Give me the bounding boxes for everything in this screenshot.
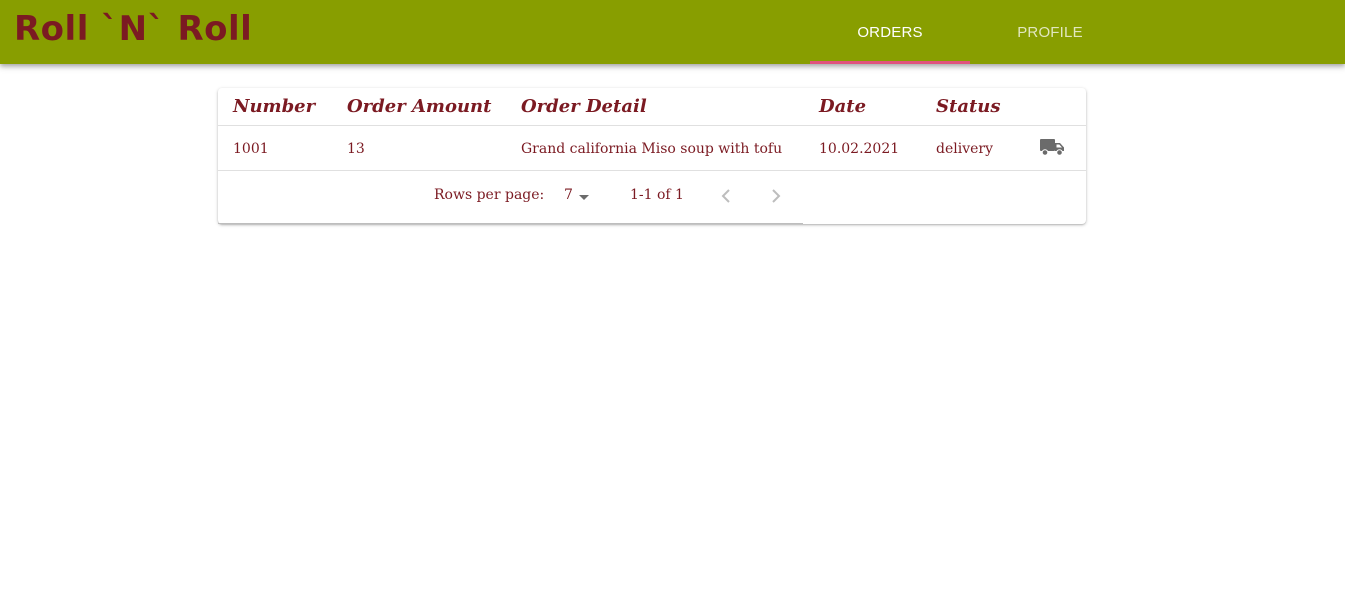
caret-down-icon [579,195,589,200]
tab-profile[interactable]: PROFILE [970,0,1130,64]
column-header-status[interactable]: Status [936,95,1001,119]
rows-per-page-label: Rows per page: [434,187,545,203]
cell-order-amount: 13 [347,141,365,157]
cell-order-date: 10.02.2021 [819,141,900,157]
cell-order-status: delivery [936,141,993,157]
column-header-order-amount[interactable]: Order Amount [347,95,491,119]
next-page-button[interactable] [760,180,792,212]
table-header-row: Number Order Amount Order Detail Date St… [218,88,1086,126]
brand-logo-text[interactable]: Roll `N` Roll [14,9,252,49]
table-row[interactable]: 1001 13 Grand california Miso soup with … [218,126,1086,171]
pagination-divider [218,223,803,224]
table-pagination: Rows per page: 7 1-1 of 1 [218,171,1086,224]
cell-order-number: 1001 [233,141,269,157]
tab-orders[interactable]: ORDERS [810,0,970,64]
column-header-number[interactable]: Number [233,95,315,119]
chevron-right-icon [772,189,781,203]
pagination-range: 1-1 of 1 [630,187,684,203]
rows-per-page-select[interactable]: 7 [560,184,596,210]
active-tab-indicator [810,61,970,64]
truck-icon[interactable] [1040,137,1066,157]
cell-order-detail: Grand california Miso soup with tofu [521,141,783,157]
orders-table-card: Number Order Amount Order Detail Date St… [218,88,1086,224]
app-bar: Roll `N` Roll ORDERS PROFILE [0,0,1345,64]
chevron-left-icon [721,189,730,203]
column-header-date[interactable]: Date [819,95,866,119]
rows-per-page-value: 7 [564,187,573,203]
column-header-order-detail[interactable]: Order Detail [521,95,647,119]
previous-page-button[interactable] [710,180,742,212]
